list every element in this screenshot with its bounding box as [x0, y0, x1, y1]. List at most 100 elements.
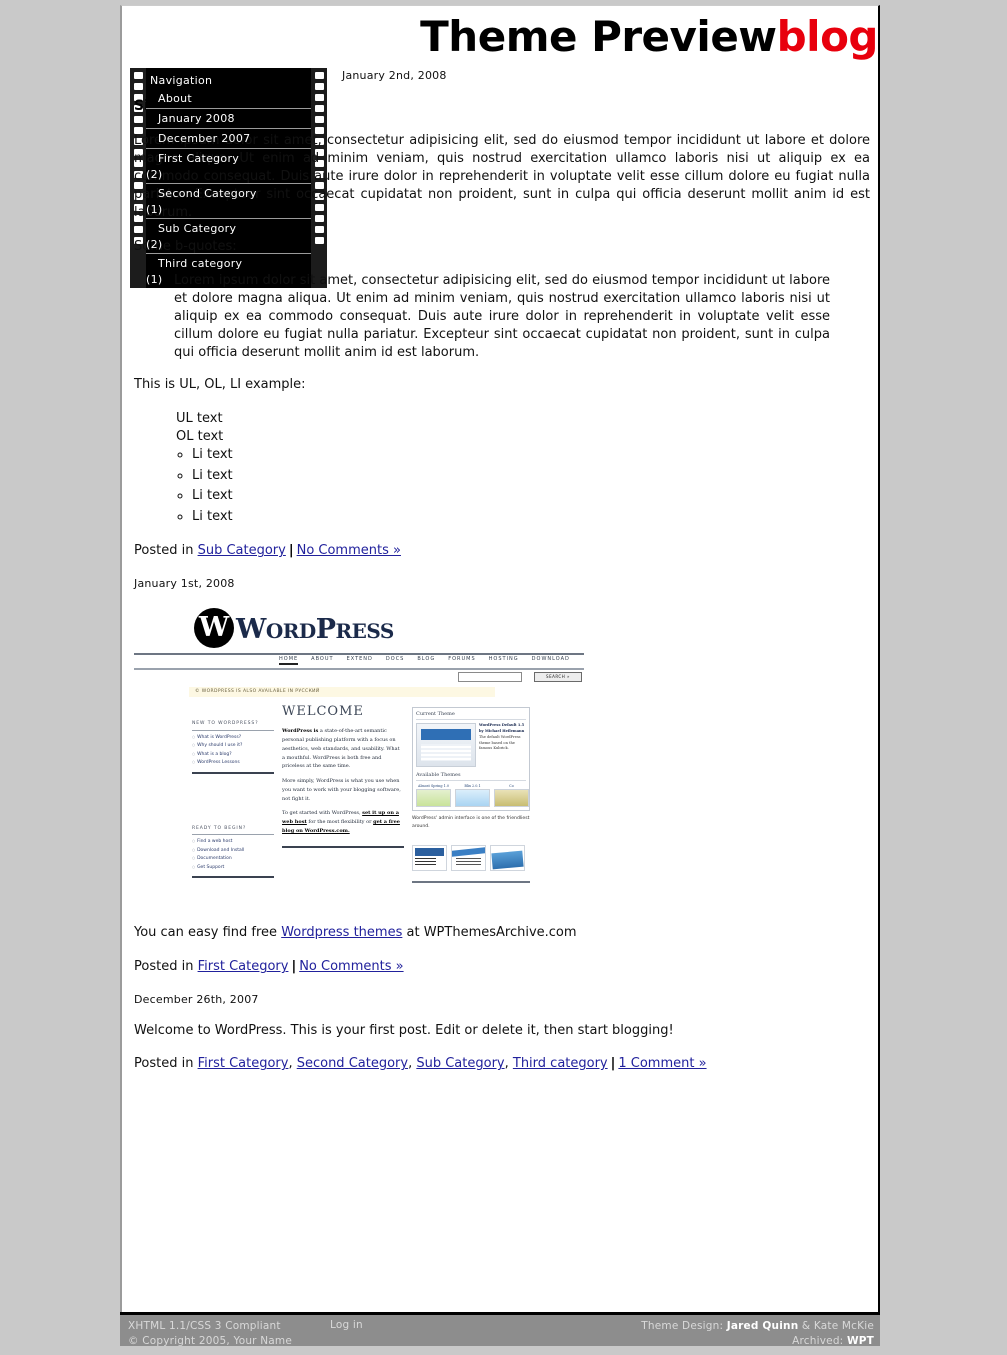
wp-paragraph-3: To get started with WordPress, set it up… — [282, 809, 404, 835]
wp-admin-preview-panel: Current Theme WordPress Default 1.5 by M… — [412, 707, 530, 811]
li-list: Li text Li text Li text Li text — [192, 446, 870, 527]
wp-nav-extend[interactable]: EXTEND — [347, 656, 373, 662]
post-meta: Posted in Sub Category | No Comments » — [134, 542, 870, 560]
wp-available-themes-row: Almost Spring 1.0 Blix 2.0.1 Co — [416, 784, 529, 807]
ul-text: UL text — [176, 410, 223, 426]
sidebar-item-december-2007[interactable]: December 2007 — [146, 129, 311, 148]
wp-screenshot-thumbnails — [412, 844, 530, 871]
footer-copyright: © Copyright 2005, Your Name — [128, 1335, 293, 1348]
footer-right: Theme Design: Jared Quinn & Kate McKie A… — [641, 1319, 874, 1349]
caption-after: at WPThemesArchive.com — [406, 925, 577, 941]
wp-available-theme-3: Co — [494, 784, 529, 807]
list-item: Li text — [192, 508, 870, 526]
sidebar-count-third-category: (1) — [146, 273, 163, 286]
post-meta: Posted in First Category, Second Categor… — [134, 1056, 707, 1072]
wp-nav-docs[interactable]: DOCS — [386, 656, 404, 662]
sidebar-item-january-2008[interactable]: January 2008 — [146, 109, 311, 128]
wp-link-why-use-it[interactable]: Why should I use it? — [192, 742, 274, 751]
wp-link-documentation[interactable]: Documentation — [192, 855, 274, 864]
category-link-sub-category[interactable]: Sub Category — [198, 543, 286, 558]
wp-link-what-is-wordpress[interactable]: What is WordPress? — [192, 734, 274, 743]
design-suffix: & Kate McKie — [798, 1320, 874, 1332]
post-meta: Posted in First Category | No Comments » — [134, 958, 870, 976]
wordmark-ord: ORD — [265, 619, 316, 644]
wp-theme-name: WordPress Default 1.5 by Michael Heilema… — [479, 723, 525, 734]
page-title: Theme Previewblog — [420, 16, 878, 58]
title-main: Theme Preview — [420, 12, 777, 61]
wp-nav-hosting[interactable]: HOSTING — [489, 656, 519, 662]
comments-link[interactable]: 1 Comment » — [618, 1056, 706, 1071]
sidebar-count-sub-category: (2) — [146, 238, 163, 251]
sidebar-count-second-category: (1) — [146, 203, 163, 216]
wp-welcome-heading: WELCOME — [282, 704, 364, 720]
sidebar-item-about[interactable]: About — [146, 89, 311, 108]
site-footer: XHTML 1.1/CSS 3 Compliant © Copyright 20… — [120, 1312, 880, 1349]
category-link-third-category[interactable]: Third category — [513, 1056, 608, 1071]
wp-nav-download[interactable]: DOWNLOAD — [532, 656, 570, 662]
post-date: January 2nd, 2008 — [342, 69, 447, 82]
sidebar-item-first-category[interactable]: First Category — [146, 149, 311, 168]
wp-thumbnail-1 — [412, 844, 447, 871]
wp-link-download-install[interactable]: Download and Install — [192, 847, 274, 856]
wp-para1-rest: a state-of-the-art semantic personal pub… — [282, 728, 400, 770]
sidebar-heading: Navigation — [150, 74, 213, 87]
wordpress-wordmark: WORDPRESS — [236, 611, 394, 648]
category-link-sub-category[interactable]: Sub Category — [416, 1056, 504, 1071]
list-intro: This is UL, OL, LI example: — [134, 376, 306, 392]
divider — [412, 880, 530, 883]
footer-login[interactable]: Log in — [330, 1319, 363, 1331]
comments-link[interactable]: No Comments » — [299, 959, 403, 974]
wp-logo-header: W WORDPRESS — [134, 605, 584, 653]
wp-language-notice: © WORDPRESS IS ALSO AVAILABLE IN РУССКИЙ — [189, 687, 495, 698]
wp-search-row: SEARCH » — [134, 670, 584, 683]
post-date: December 26th, 2007 — [134, 993, 259, 1007]
list-item: Li text — [192, 467, 870, 485]
wp-nav-home[interactable]: HOME — [279, 656, 299, 666]
wp-links-ready: Find a web host Download and Install Doc… — [192, 838, 274, 872]
archived-prefix: Archived: — [792, 1335, 847, 1348]
comments-link[interactable]: No Comments » — [297, 543, 401, 558]
login-link[interactable]: Log in — [330, 1319, 363, 1331]
wp-panel-caption: WordPress' admin interface is one of the… — [412, 815, 530, 829]
wp-available-theme-2: Blix 2.0.1 — [455, 784, 490, 807]
wp-nav-forums[interactable]: FORUMS — [448, 656, 475, 662]
wp-nav-about[interactable]: ABOUT — [311, 656, 333, 662]
wordmark-ress: RESS — [335, 619, 395, 644]
meta-separator: | — [291, 959, 297, 975]
post-entry: December 26th, 2007 Welcome to WordPress… — [134, 992, 870, 1073]
sidebar-item-second-category[interactable]: Second Category — [146, 184, 311, 203]
wp-link-what-is-a-blog[interactable]: What is a blog? — [192, 751, 274, 760]
wp-nav-blog[interactable]: BLOG — [417, 656, 435, 662]
wp-search-input[interactable] — [458, 672, 522, 683]
wp-columns: NEW TO WORDPRESS? What is WordPress? Why… — [134, 703, 584, 908]
wordpress-themes-link[interactable]: Wordpress themes — [281, 925, 402, 940]
sidebar-count-first-category: (2) — [146, 168, 163, 181]
footer-compliance: XHTML 1.1/CSS 3 Compliant — [128, 1320, 281, 1332]
wp-paragraph-1: WordPress is a state-of-the-art semantic… — [282, 727, 404, 771]
sidebar-navigation: Navigation About January 2008 December 2… — [130, 68, 327, 288]
category-link-second-category[interactable]: Second Category — [297, 1056, 408, 1071]
wp-available-theme-1: Almost Spring 1.0 — [416, 784, 451, 807]
wp-link-get-support[interactable]: Get Support — [192, 864, 274, 873]
wp-links-new: What is WordPress? Why should I use it? … — [192, 734, 274, 768]
wp-para3-b: for the most flexibility or — [306, 819, 374, 826]
wp-search-button[interactable]: SEARCH » — [534, 672, 582, 683]
page-container: Theme Previewblog Navigation About Janua… — [120, 5, 880, 1346]
wp-theme-desc: The default WordPress theme based on the… — [479, 734, 521, 751]
wp-kicker-ready: READY TO BEGIN? — [192, 826, 274, 836]
wp-left-column: NEW TO WORDPRESS? What is WordPress? Why… — [192, 721, 274, 879]
category-link-first-category[interactable]: First Category — [198, 959, 289, 974]
wp-para1-bold: WordPress is — [282, 728, 319, 735]
wp-link-lessons[interactable]: WordPress Lessons — [192, 759, 274, 768]
sidebar-item-sub-category[interactable]: Sub Category — [146, 219, 311, 238]
wp-link-find-a-web-host[interactable]: Find a web host — [192, 838, 274, 847]
post-body: Welcome to WordPress. This is your first… — [134, 1022, 674, 1038]
posted-in-label: Posted in — [134, 543, 194, 559]
meta-separator: | — [288, 543, 294, 559]
post-entry: January 1st, 2008 W WORDPRESS HOME ABOUT E… — [134, 576, 870, 976]
category-link-first-category[interactable]: First Category — [198, 1056, 289, 1071]
wp-current-theme-row: WordPress Default 1.5 by Michael Heilema… — [416, 723, 526, 768]
site-header: Theme Previewblog — [122, 6, 878, 68]
wp-paragraph-2: More simply, WordPress is what you use w… — [282, 778, 401, 802]
sidebar-item-third-category[interactable]: Third category — [146, 254, 311, 273]
